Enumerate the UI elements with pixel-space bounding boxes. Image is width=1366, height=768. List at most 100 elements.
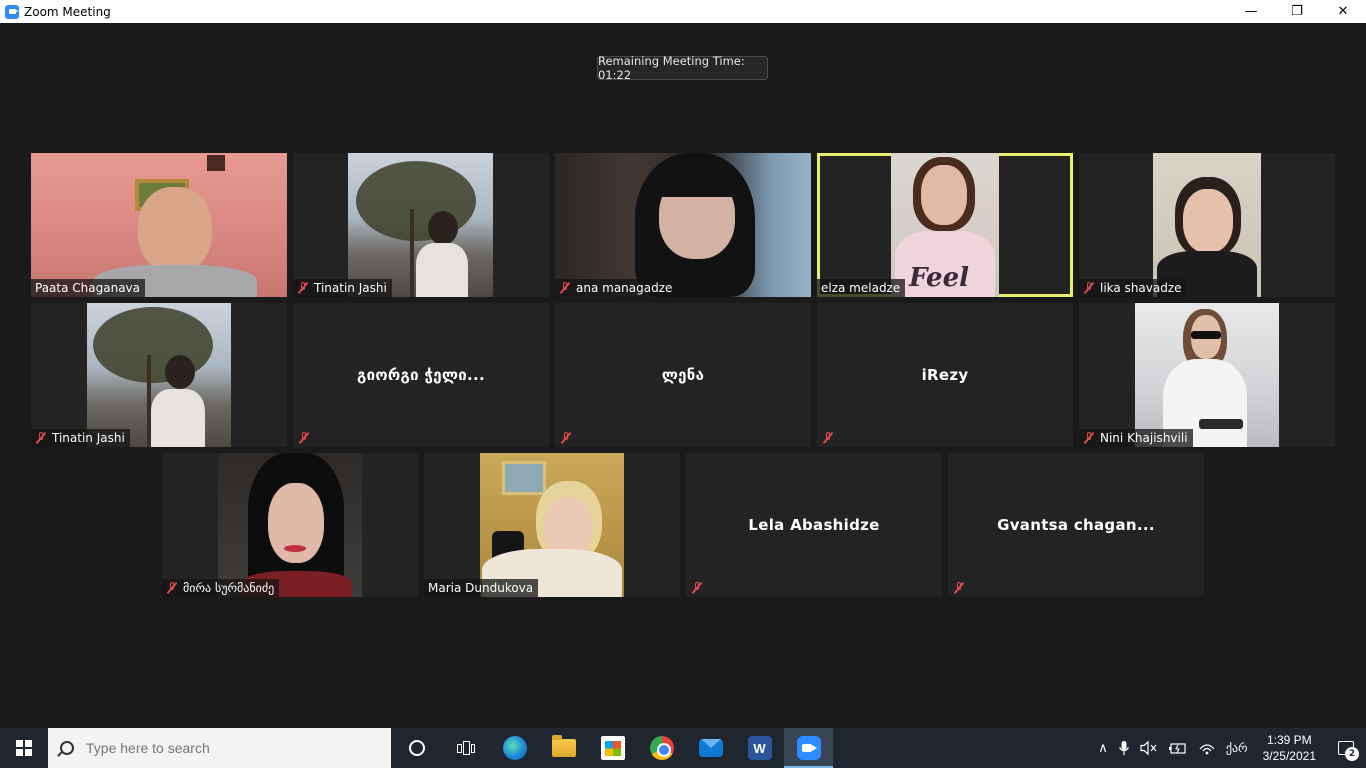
muted-mic-icon xyxy=(559,281,571,295)
participant-video xyxy=(348,153,493,297)
participant-tile[interactable]: Gvantsa chagan... xyxy=(948,453,1204,597)
participant-name: Tinatin Jashi xyxy=(52,431,125,445)
search-icon xyxy=(60,741,74,755)
participant-video xyxy=(1135,303,1279,447)
participant-name: Maria Dundukova xyxy=(428,581,534,595)
search-input[interactable] xyxy=(86,740,366,756)
battery-icon[interactable] xyxy=(1163,728,1193,768)
participant-name: მირა სურმანიძე xyxy=(183,581,275,595)
participant-display-name: Gvantsa chagan... xyxy=(997,516,1155,534)
participant-name-label: ana managadze xyxy=(555,279,678,297)
participant-name: Tinatin Jashi xyxy=(314,281,387,295)
chrome-taskbar-button[interactable] xyxy=(637,728,686,768)
action-center-button[interactable]: 2 xyxy=(1326,728,1366,768)
file-explorer-taskbar-button[interactable] xyxy=(539,728,588,768)
participant-display-name: ლენა xyxy=(661,366,705,384)
taskbar-clock[interactable]: 1:39 PM 3/25/2021 xyxy=(1253,732,1326,764)
participant-tile[interactable]: ლენა xyxy=(555,303,811,447)
microphone-icon[interactable] xyxy=(1113,728,1135,768)
muted-mic-icon xyxy=(822,431,834,445)
participant-name-label: elza meladze xyxy=(817,279,906,297)
participant-video: Feel xyxy=(891,153,999,297)
participant-tile[interactable]: Tinatin Jashi xyxy=(31,303,287,447)
window-title: Zoom Meeting xyxy=(24,4,111,19)
task-view-button[interactable] xyxy=(441,728,490,768)
windows-taskbar: W ∧ ქარ 1:39 PM 3/25/2021 2 xyxy=(0,728,1366,768)
participant-tile[interactable]: Maria Dundukova xyxy=(424,453,680,597)
muted-mic-icon xyxy=(166,581,178,595)
participant-name-label: Paata Chaganava xyxy=(31,279,145,297)
muted-mic-icon xyxy=(298,431,310,445)
participant-tile[interactable]: Paata Chaganava xyxy=(31,153,287,297)
close-button[interactable]: ✕ xyxy=(1320,0,1366,23)
speaker-muted-icon[interactable] xyxy=(1135,728,1163,768)
mail-taskbar-button[interactable] xyxy=(686,728,735,768)
participant-name: Nini Khajishvili xyxy=(1100,431,1188,445)
participant-name: elza meladze xyxy=(821,281,901,295)
zoom-app-icon xyxy=(5,4,19,19)
muted-mic-icon xyxy=(297,281,309,295)
participant-name-label: Tinatin Jashi xyxy=(293,279,392,297)
taskbar-search-box[interactable] xyxy=(48,728,391,768)
meeting-gallery-view: Remaining Meeting Time: 01:22 Paata Chag… xyxy=(0,23,1366,728)
restore-button[interactable]: ❐ xyxy=(1274,0,1320,23)
cortana-button[interactable] xyxy=(392,728,441,768)
participant-tile[interactable]: iRezy xyxy=(817,303,1073,447)
participant-video xyxy=(31,153,287,297)
notification-count-badge: 2 xyxy=(1345,747,1359,761)
show-hidden-icons-button[interactable]: ∧ xyxy=(1093,728,1113,768)
muted-mic-icon xyxy=(1083,281,1095,295)
participant-display-name: გიორგი ჭელი... xyxy=(356,366,486,384)
muted-mic-icon xyxy=(35,431,47,445)
participant-video xyxy=(87,303,231,447)
file-explorer-icon xyxy=(551,735,576,757)
participant-name-label: Tinatin Jashi xyxy=(31,429,130,447)
muted-mic-icon xyxy=(691,581,703,595)
shirt-text: Feel xyxy=(909,263,969,293)
participant-name: ana managadze xyxy=(576,281,673,295)
edge-icon xyxy=(502,736,527,760)
participant-video xyxy=(555,153,811,297)
start-button[interactable] xyxy=(0,728,48,768)
muted-mic-icon xyxy=(1083,431,1095,445)
participant-tile[interactable]: მირა სურმანიძე xyxy=(162,453,418,597)
zoom-taskbar-button[interactable] xyxy=(784,728,833,768)
participant-name: lika shavadze xyxy=(1100,281,1182,295)
participant-display-name: Lela Abashidze xyxy=(748,516,880,534)
store-taskbar-button[interactable] xyxy=(588,728,637,768)
participant-tile[interactable]: ana managadze xyxy=(555,153,811,297)
zoom-icon xyxy=(796,736,821,760)
participant-tile[interactable]: Lela Abashidze xyxy=(686,453,942,597)
participant-tile-active-speaker[interactable]: Feel elza meladze xyxy=(817,153,1073,297)
input-language-indicator[interactable]: ქარ xyxy=(1221,728,1253,768)
muted-mic-icon xyxy=(953,581,965,595)
participant-tile[interactable]: გიორგი ჭელი... xyxy=(293,303,549,447)
participant-video xyxy=(1153,153,1261,297)
cortana-icon xyxy=(408,740,425,756)
participant-tile[interactable]: lika shavadze xyxy=(1079,153,1335,297)
chrome-icon xyxy=(649,736,674,760)
participant-name-label: Maria Dundukova xyxy=(424,579,539,597)
network-icon[interactable] xyxy=(1193,728,1221,768)
edge-taskbar-button[interactable] xyxy=(490,728,539,768)
participant-tile[interactable]: Tinatin Jashi xyxy=(293,153,549,297)
clock-time: 1:39 PM xyxy=(1266,733,1312,747)
participant-display-name: iRezy xyxy=(921,366,969,384)
word-icon: W xyxy=(747,736,772,760)
participant-name-label: მირა სურმანიძე xyxy=(162,579,280,597)
task-view-icon xyxy=(456,741,475,755)
participant-name-label: lika shavadze xyxy=(1079,279,1187,297)
participant-name-label: Nini Khajishvili xyxy=(1079,429,1193,447)
participant-video xyxy=(480,453,624,597)
title-bar: Zoom Meeting — ❐ ✕ xyxy=(0,0,1366,23)
remaining-time-banner: Remaining Meeting Time: 01:22 xyxy=(597,54,768,82)
participant-video xyxy=(218,453,362,597)
participant-name: Paata Chaganava xyxy=(35,281,140,295)
minimize-button[interactable]: — xyxy=(1228,0,1274,23)
mail-icon xyxy=(698,739,723,757)
clock-date: 3/25/2021 xyxy=(1262,749,1316,763)
microsoft-store-icon xyxy=(600,736,625,760)
system-tray: ∧ ქარ 1:39 PM 3/25/2021 2 xyxy=(1093,728,1366,768)
participant-tile[interactable]: Nini Khajishvili xyxy=(1079,303,1335,447)
word-taskbar-button[interactable]: W xyxy=(735,728,784,768)
